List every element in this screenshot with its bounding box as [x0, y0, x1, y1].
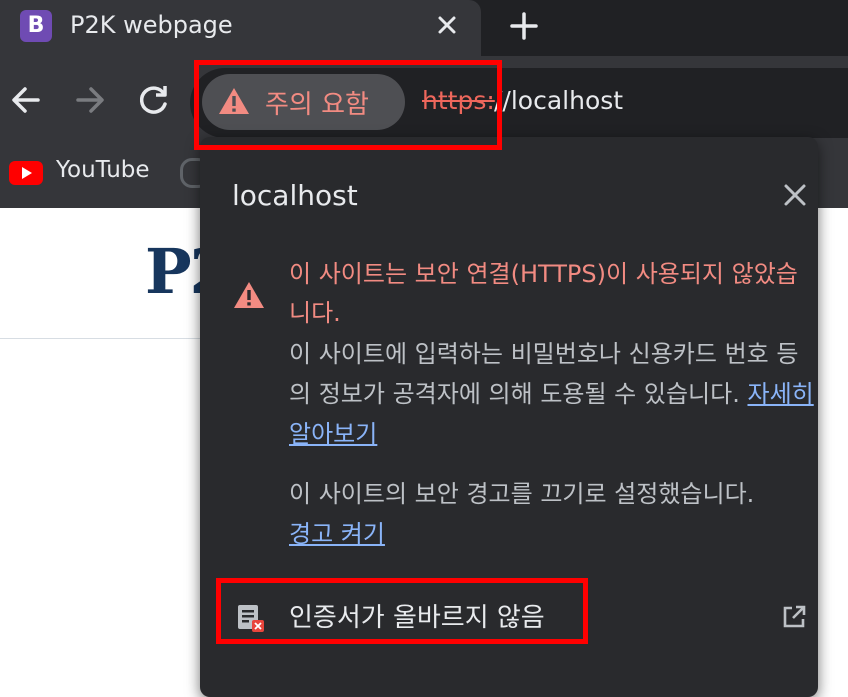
forward-button[interactable] [70, 80, 110, 120]
bootstrap-favicon-icon: B [20, 10, 52, 42]
turn-on-warnings-link[interactable]: 경고 켜기 [289, 520, 385, 548]
reload-button[interactable] [134, 80, 174, 120]
close-icon[interactable] [780, 180, 810, 210]
page-divider [0, 338, 210, 339]
new-tab-button[interactable] [506, 8, 542, 44]
warning-icon [234, 282, 264, 308]
highlight-box-security-chip [194, 60, 502, 150]
tab-title: P2K webpage [70, 11, 233, 39]
tab-strip: B P2K webpage [0, 0, 848, 56]
warnings-off-text: 이 사이트의 보안 경고를 끄기로 설정했습니다. [289, 480, 755, 508]
warning-description: 이 사이트에 입력하는 비밀번호나 신용카드 번호 등의 정보가 공격자에 의해… [289, 334, 817, 454]
tab-active[interactable]: B P2K webpage [0, 0, 481, 56]
external-link-icon[interactable] [780, 603, 808, 631]
url-host[interactable]: //localhost [494, 86, 623, 115]
highlight-box-certificate [216, 578, 588, 644]
warnings-off-notice: 이 사이트의 보안 경고를 끄기로 설정했습니다. 경고 켜기 [289, 474, 817, 554]
youtube-icon[interactable] [9, 161, 43, 185]
close-tab-icon[interactable] [433, 8, 461, 42]
warning-title: 이 사이트는 보안 연결(HTTPS)이 사용되지 않았습니다. [289, 260, 798, 327]
popup-title: localhost [232, 179, 358, 212]
warning-body-text: 이 사이트에 입력하는 비밀번호나 신용카드 번호 등의 정보가 공격자에 의해… [289, 340, 799, 408]
bookmark-youtube[interactable]: YouTube [56, 157, 150, 183]
back-button[interactable] [6, 80, 46, 120]
